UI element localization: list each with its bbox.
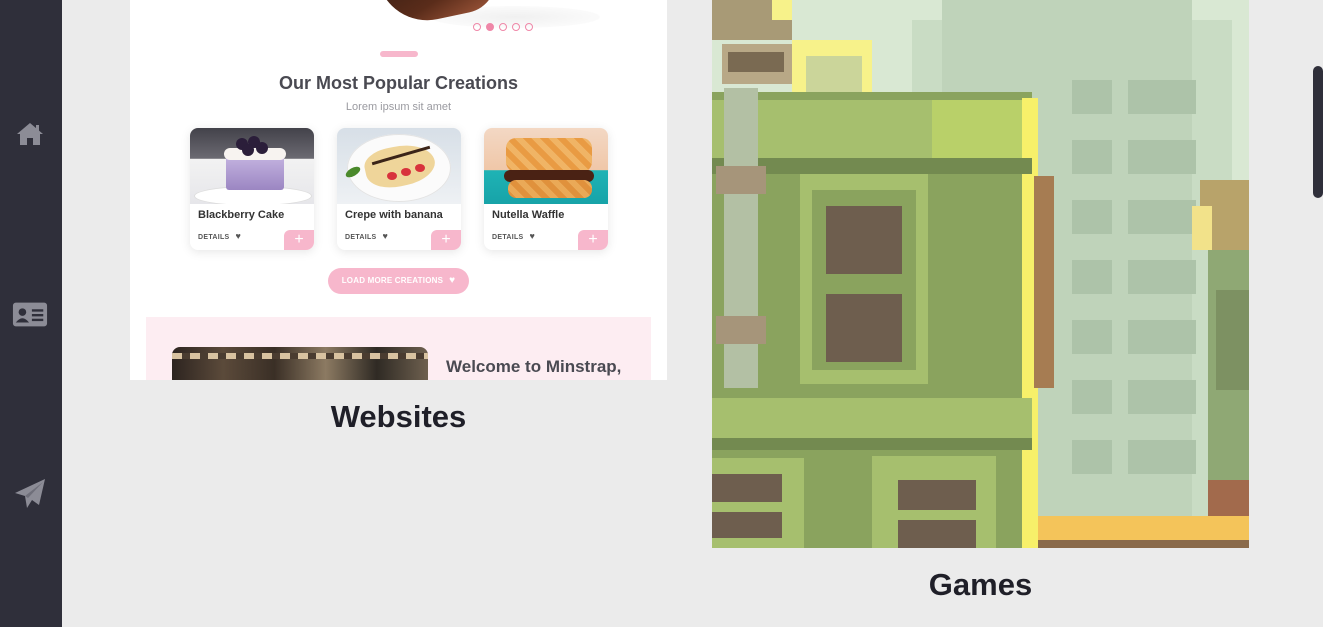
- blackberry-cake-photo: [190, 128, 314, 204]
- games-label[interactable]: Games: [712, 567, 1249, 603]
- heart-icon: ♥: [235, 231, 242, 241]
- load-more-button[interactable]: LOAD MORE CREATIONS ♥: [328, 268, 469, 294]
- details-link[interactable]: DETAILS ♥: [345, 231, 388, 241]
- waffle-photo: [484, 128, 608, 204]
- product-name: Crepe with banana: [345, 209, 443, 221]
- section-title: Our Most Popular Creations: [278, 73, 519, 93]
- carousel-dot[interactable]: [499, 23, 507, 31]
- add-button[interactable]: +: [431, 230, 461, 250]
- product-card[interactable]: Blackberry Cake DETAILS ♥ +: [190, 128, 314, 250]
- games-preview[interactable]: [712, 0, 1249, 548]
- contact-card-icon[interactable]: [12, 296, 48, 332]
- carousel-dot[interactable]: [512, 23, 520, 31]
- cafe-photo: [172, 347, 428, 380]
- welcome-section: Welcome to Minstrap,: [146, 317, 651, 380]
- product-card[interactable]: Nutella Waffle DETAILS ♥ +: [484, 128, 608, 250]
- carousel-dots: [473, 23, 533, 31]
- add-button[interactable]: +: [284, 230, 314, 250]
- product-name: Nutella Waffle: [492, 209, 565, 221]
- scrollbar-thumb[interactable]: [1313, 66, 1323, 198]
- websites-label[interactable]: Websites: [130, 399, 667, 435]
- section-subtitle: Lorem ipsum sit amet: [345, 101, 452, 113]
- carousel-dot[interactable]: [525, 23, 533, 31]
- carousel-dot[interactable]: [473, 23, 481, 31]
- heart-icon: ♥: [529, 231, 536, 241]
- section-divider: [380, 51, 418, 57]
- website-preview[interactable]: Our Most Popular Creations Lorem ipsum s…: [130, 0, 667, 380]
- product-name: Blackberry Cake: [198, 209, 285, 221]
- details-link[interactable]: DETAILS ♥: [492, 231, 535, 241]
- details-link[interactable]: DETAILS ♥: [198, 231, 241, 241]
- paper-plane-icon[interactable]: [12, 476, 48, 512]
- product-card[interactable]: Crepe with banana DETAILS ♥ +: [337, 128, 461, 250]
- welcome-heading: Welcome to Minstrap,: [446, 357, 622, 376]
- sidebar: [0, 0, 62, 627]
- heart-icon: ♥: [382, 231, 389, 241]
- carousel-dot-active[interactable]: [486, 23, 494, 31]
- add-button[interactable]: +: [578, 230, 608, 250]
- home-icon[interactable]: [12, 116, 48, 152]
- heart-icon: ♥: [449, 275, 456, 286]
- crepe-photo: [337, 128, 461, 204]
